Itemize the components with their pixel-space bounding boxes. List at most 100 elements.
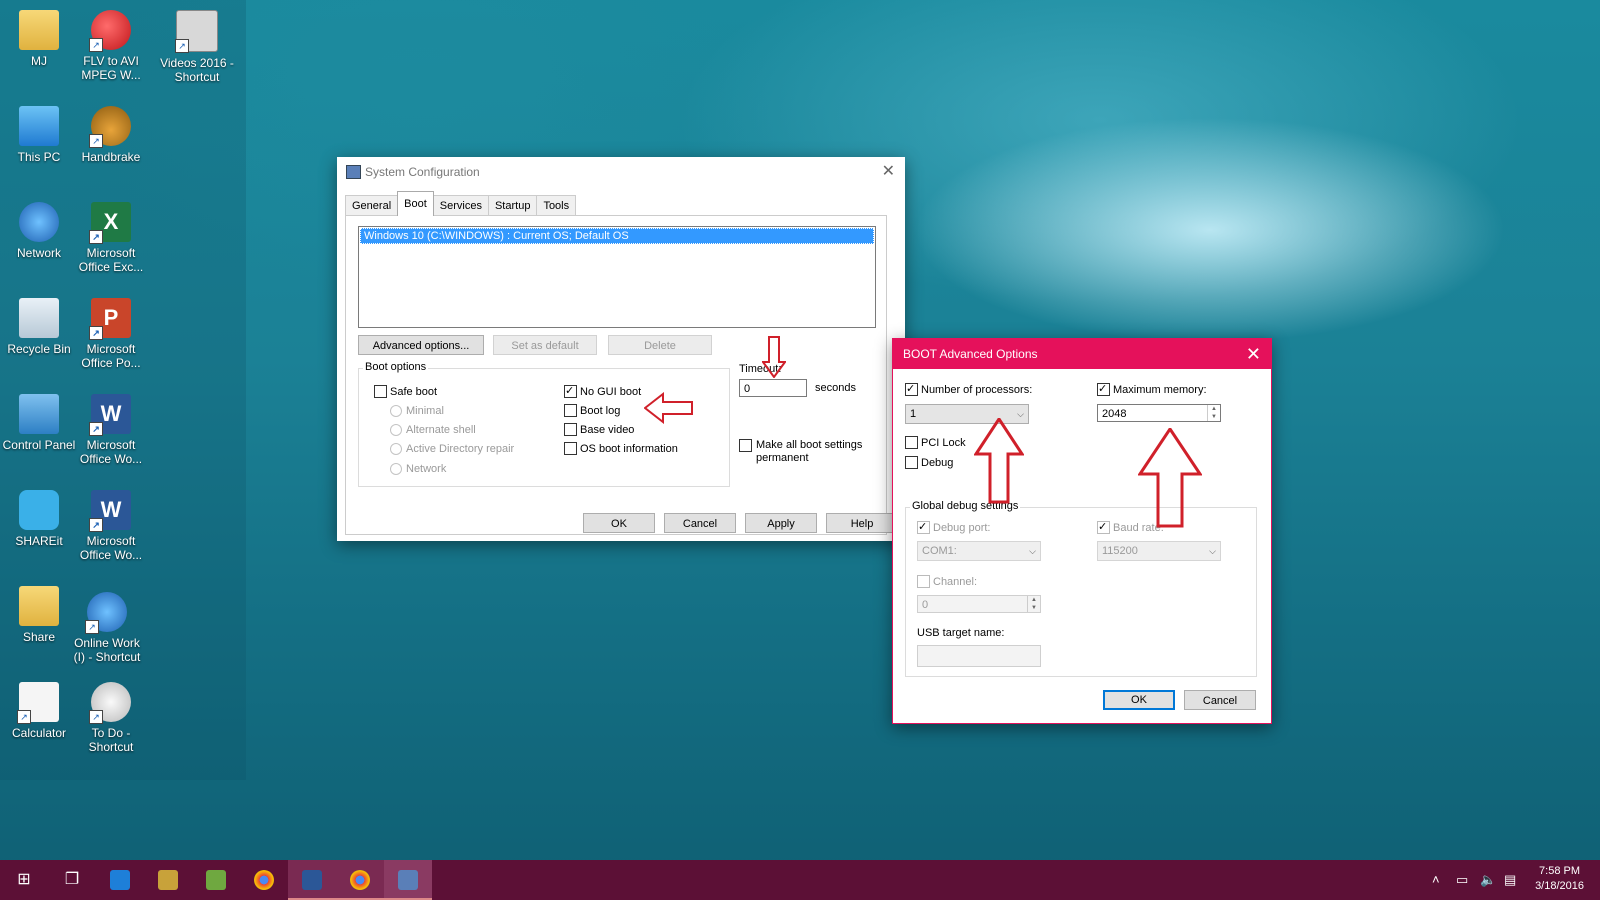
advanced-options-button[interactable]: Advanced options...: [358, 335, 484, 355]
desktop-icon-label: Microsoft Office Wo...: [79, 438, 143, 466]
desktop-icon-label: Videos 2016 - Shortcut: [160, 56, 234, 84]
ok-button[interactable]: OK: [583, 513, 655, 533]
dialog-title: BOOT Advanced Options: [903, 347, 1038, 361]
start-button[interactable]: ⊞: [0, 860, 48, 900]
desktop-icon-label: SHAREit: [15, 534, 63, 548]
network-tray-button[interactable]: ▭: [1456, 860, 1468, 900]
dialog-ok-button[interactable]: OK: [1103, 690, 1175, 710]
recycle-bin-icon: [19, 298, 59, 338]
speaker-icon: 🔈: [1480, 872, 1497, 887]
desktop-icon-calculator[interactable]: ↗ Calculator: [0, 682, 78, 740]
desktop-icon-label: MJ: [31, 54, 47, 68]
spinner-icon[interactable]: ▲ ▼: [1207, 405, 1220, 421]
desktop-icon-shareit[interactable]: SHAREit: [0, 490, 78, 548]
taskbar-word[interactable]: [288, 860, 336, 900]
chrome-icon: [350, 869, 370, 890]
desktop-icon-word-2[interactable]: W ↗ Microsoft Office Wo...: [72, 490, 150, 562]
desktop-icon-share[interactable]: Share: [0, 586, 78, 644]
camera-folder-icon: ↗: [175, 10, 218, 53]
usb-target-name-input[interactable]: [917, 645, 1041, 667]
desktop-icon-network[interactable]: Network: [0, 202, 78, 260]
maximum-memory-input[interactable]: 2048 ▲ ▼: [1097, 404, 1221, 422]
debug-port-select[interactable]: COM1: ⌵: [917, 541, 1041, 561]
online-work-icon: ↗: [85, 592, 127, 634]
set-as-default-button[interactable]: Set as default: [493, 335, 597, 355]
desktop-icon-videos-2016[interactable]: ↗ Videos 2016 - Shortcut: [158, 10, 236, 84]
apply-button[interactable]: Apply: [745, 513, 817, 533]
system-configuration-icon: [398, 869, 418, 890]
chevron-up-icon: ˄: [1432, 872, 1440, 887]
notifications-tray-button[interactable]: ▤: [1504, 860, 1516, 900]
desktop-icon-label: To Do - Shortcut: [88, 726, 134, 754]
taskbar-system-configuration[interactable]: [384, 860, 432, 900]
desktop-icon-mj[interactable]: MJ: [0, 10, 78, 68]
close-icon[interactable]: ✕: [882, 157, 895, 187]
desktop-icon-powerpoint[interactable]: P ↗ Microsoft Office Po...: [72, 298, 150, 370]
clock[interactable]: 7:58 PM 3/18/2016: [1535, 864, 1584, 894]
desktop-icon-flv-to-avi[interactable]: ↗ FLV to AVI MPEG W...: [72, 10, 150, 82]
excel-icon: X ↗: [89, 202, 131, 244]
tab-tools[interactable]: Tools: [536, 195, 577, 216]
desktop-icon-excel[interactable]: X ↗ Microsoft Office Exc...: [72, 202, 150, 274]
dialog-cancel-button[interactable]: Cancel: [1184, 690, 1256, 710]
cancel-button[interactable]: Cancel: [664, 513, 736, 533]
boot-options-label: Boot options: [363, 361, 429, 373]
show-hidden-icons-button[interactable]: ˄: [1432, 860, 1440, 900]
usb-target-name-label: USB target name:: [917, 627, 1005, 639]
disc-icon: ↗: [89, 682, 131, 724]
taskbar-winrar[interactable]: [144, 860, 192, 900]
desktop-icon-control-panel[interactable]: Control Panel: [0, 394, 78, 452]
taskbar-chrome-1[interactable]: [240, 860, 288, 900]
tab-general[interactable]: General: [345, 195, 399, 216]
desktop-icon-handbrake[interactable]: ↗ Handbrake: [72, 106, 150, 164]
task-view-icon: ❐: [64, 871, 80, 888]
clock-time: 7:58 PM: [1539, 865, 1581, 877]
folder-icon: [19, 586, 59, 626]
video-converter-icon: ↗: [89, 10, 131, 52]
volume-tray-button[interactable]: 🔈: [1480, 860, 1496, 900]
desktop-icon-online-work[interactable]: ↗ Online Work (I) - Shortcut: [68, 592, 146, 664]
keyboard-icon: ▤: [1504, 872, 1517, 887]
desktop-icon-recycle-bin[interactable]: Recycle Bin: [0, 298, 78, 356]
channel-input[interactable]: 0 ▲ ▼: [917, 595, 1041, 613]
os-list-item[interactable]: Windows 10 (C:\WINDOWS) : Current OS; De…: [360, 228, 874, 244]
tab-bar: General Boot Services Startup Tools: [345, 191, 577, 216]
tab-boot[interactable]: Boot: [397, 191, 434, 216]
title-bar[interactable]: System Configuration ✕: [337, 157, 905, 187]
network-icon: [19, 202, 59, 242]
close-icon[interactable]: ✕: [1246, 339, 1261, 369]
delete-button[interactable]: Delete: [608, 335, 712, 355]
help-button[interactable]: Help: [826, 513, 898, 533]
desktop-icon-to-do[interactable]: ↗ To Do - Shortcut: [72, 682, 150, 754]
desktop-icon-label: Online Work (I) - Shortcut: [73, 636, 141, 664]
computer-icon: [19, 106, 59, 146]
shareit-icon: [19, 490, 59, 530]
dialog-title-bar[interactable]: BOOT Advanced Options ✕: [893, 339, 1271, 369]
word-icon: W ↗: [89, 490, 131, 532]
task-view-button[interactable]: ❐: [48, 860, 96, 900]
make-permanent-label: Make all boot settings permanent: [756, 439, 863, 464]
tab-services[interactable]: Services: [432, 195, 489, 216]
desktop-icon-label: Microsoft Office Wo...: [79, 534, 143, 562]
pineapple-icon: ↗: [89, 106, 131, 148]
desktop-icon-label: Share: [22, 630, 56, 644]
word-icon: W ↗: [89, 394, 131, 436]
taskbar-edge[interactable]: [96, 860, 144, 900]
network-icon: ▭: [1456, 872, 1469, 887]
desktop-icon-label: Recycle Bin: [7, 342, 71, 356]
desktop-icon-label: This PC: [17, 150, 61, 164]
os-list[interactable]: Windows 10 (C:\WINDOWS) : Current OS; De…: [358, 226, 876, 328]
desktop-icon-this-pc[interactable]: This PC: [0, 106, 78, 164]
desktop-icon-word-1[interactable]: W ↗ Microsoft Office Wo...: [72, 394, 150, 466]
word-icon: [302, 869, 322, 890]
taskbar-chrome-2[interactable]: [336, 860, 384, 900]
taskbar-umatrix[interactable]: [192, 860, 240, 900]
umatrix-icon: [206, 869, 226, 890]
timeout-unit: seconds: [815, 382, 856, 394]
desktop-icon-label: Network: [16, 246, 61, 260]
tab-startup[interactable]: Startup: [487, 195, 538, 216]
timeout-input[interactable]: 0: [739, 379, 807, 397]
baud-rate-select[interactable]: 115200 ⌵: [1097, 541, 1221, 561]
desktop-icon-label: Microsoft Office Exc...: [78, 246, 144, 274]
spinner-icon[interactable]: ▲ ▼: [1027, 596, 1040, 612]
